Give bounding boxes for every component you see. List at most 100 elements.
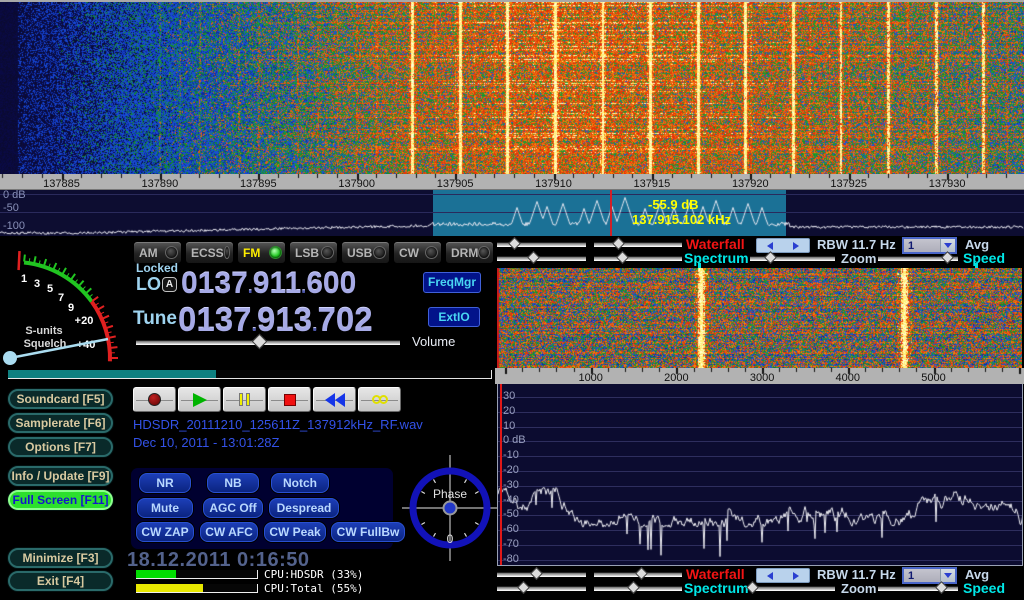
freq-scale-label: 137900 (338, 178, 375, 190)
zoom-label: Zoom (841, 251, 876, 266)
dsp-button-despread[interactable]: Despread (269, 498, 339, 518)
phase-dial[interactable]: Phase 0 (402, 452, 498, 564)
zoom-slider[interactable] (750, 252, 835, 265)
dsp-button-cw-afc[interactable]: CW AFC (200, 522, 258, 542)
af-spectrum-display[interactable]: 3020100 dB-10-20-30-40-50-60-70-80 (497, 384, 1023, 566)
af-waterfall-display[interactable] (497, 268, 1022, 368)
rf-spectrum-strip[interactable]: 0 dB-50-100 -55.9 dB 137.915.102 kHz (0, 190, 1024, 236)
loop-icon (372, 395, 388, 404)
freq-scale-label: 137910 (535, 178, 572, 190)
info-update-button[interactable]: Info / Update [F9] (8, 466, 113, 486)
phase-value: 0 (447, 532, 454, 546)
waterfall-scroll-control[interactable] (756, 568, 810, 583)
volume-slider[interactable] (136, 336, 400, 349)
dsp-button-mute[interactable]: Mute (137, 498, 193, 518)
mode-button-lsb[interactable]: LSB (289, 241, 338, 264)
speed-slider[interactable] (878, 252, 958, 265)
spectrum-contrast-slider[interactable] (594, 252, 682, 265)
dsp-button-cw-zap[interactable]: CW ZAP (136, 522, 194, 542)
phase-label: Phase (433, 487, 467, 501)
scroll-right-icon[interactable] (793, 572, 799, 580)
spectrum-brightness-slider[interactable] (497, 252, 586, 265)
dsp-button-notch[interactable]: Notch (271, 473, 329, 493)
lo-label: LO (136, 274, 161, 295)
freqmgr-button[interactable]: FreqMgr (423, 272, 481, 293)
speed-label: Speed (963, 250, 1005, 266)
speed-slider[interactable] (878, 582, 958, 595)
mode-button-drm[interactable]: DRM (445, 241, 494, 264)
rewind-button[interactable] (313, 387, 356, 412)
mode-button-ecss[interactable]: ECSS (185, 241, 234, 264)
record-icon (148, 393, 161, 406)
playback-progress-bar[interactable] (8, 370, 492, 379)
wav-filename: HDSDR_20111210_125611Z_137912kHz_RF.wav (133, 417, 423, 432)
mode-label: CW (399, 246, 419, 260)
avg-select-arrow[interactable] (940, 569, 955, 582)
mode-led (478, 246, 490, 259)
lo-auto-badge[interactable]: A (162, 277, 177, 292)
freq-scale-label: 137925 (830, 178, 867, 190)
af-axis-label: 3000 (750, 372, 774, 384)
dsp-button-nr[interactable]: NR (139, 473, 191, 493)
squelch-marker[interactable] (19, 251, 20, 270)
options-button[interactable]: Options [F7] (8, 437, 113, 457)
avg-select-value: 1 (908, 240, 914, 252)
chevron-down-icon (944, 573, 952, 578)
soundcard-button[interactable]: Soundcard [F5] (8, 389, 113, 409)
af-axis-label: 1000 (578, 372, 602, 384)
mode-button-fm[interactable]: FM (237, 241, 286, 264)
smeter-tick-label: 5 (47, 283, 53, 295)
stop-button[interactable] (268, 387, 311, 412)
af-db-label: -80 (503, 553, 519, 565)
tune-frequency-display[interactable]: 0137.913.702 (178, 301, 373, 339)
dsp-button-cw-fullbw[interactable]: CW FullBw (331, 522, 405, 542)
spectrum-brightness-slider[interactable] (497, 582, 586, 595)
af-frequency-axis[interactable]: 10002000300040005000 (495, 368, 1024, 384)
smeter-tick-label: 9 (68, 302, 74, 314)
waterfall-brightness-slider[interactable] (497, 238, 586, 251)
extio-button[interactable]: ExtIO (428, 307, 480, 327)
af-db-label: -10 (503, 449, 519, 461)
waterfall-contrast-slider[interactable] (594, 238, 682, 251)
mode-led (425, 246, 438, 259)
scroll-left-icon[interactable] (767, 572, 773, 580)
scroll-right-icon[interactable] (793, 242, 799, 250)
af-db-label: 10 (503, 420, 515, 432)
rbw-label: RBW 11.7 Hz (817, 237, 896, 252)
rf-waterfall-display[interactable] (0, 2, 1024, 174)
cpu-usage-text: CPU:Total (55%) (264, 582, 363, 595)
mode-button-cw[interactable]: CW (393, 241, 442, 264)
freq-scale-label: 137920 (732, 178, 769, 190)
rf-frequency-scale[interactable]: 1378851378901378951379001379051379101379… (0, 174, 1024, 190)
tune-cursor-line (610, 190, 612, 236)
record-button[interactable] (133, 387, 176, 412)
freq-scale-label: 137930 (929, 178, 966, 190)
loop-button[interactable] (358, 387, 401, 412)
samplerate-button[interactable]: Samplerate [F6] (8, 413, 113, 433)
dsp-button-agc-off[interactable]: AGC Off (203, 498, 263, 518)
waterfall-contrast-slider[interactable] (594, 568, 682, 581)
mode-led (321, 246, 334, 259)
s-units-label: S-units (25, 325, 62, 337)
s-meter: 1 3 5 7 9 +20 +40 S-units Squelch (0, 238, 128, 370)
mode-button-usb[interactable]: USB (341, 241, 390, 264)
cpu-usage-bar (136, 570, 258, 579)
full-screen-button[interactable]: Full Screen [F11] (8, 490, 113, 510)
stop-icon (284, 394, 296, 406)
avg-select-arrow[interactable] (940, 239, 955, 252)
cpu-usage-bar (136, 584, 258, 593)
dsp-button-cw-peak[interactable]: CW Peak (264, 522, 326, 542)
dsp-button-nb[interactable]: NB (207, 473, 259, 493)
minimize-button[interactable]: Minimize [F3] (8, 548, 113, 568)
waterfall-scroll-control[interactable] (756, 238, 810, 253)
smeter-tick-label: +20 (75, 315, 94, 327)
mode-led (269, 246, 282, 259)
spectrum-contrast-slider[interactable] (594, 582, 682, 595)
play-button[interactable] (178, 387, 221, 412)
pause-button[interactable] (223, 387, 266, 412)
zoom-slider[interactable] (750, 582, 835, 595)
lo-frequency-display[interactable]: 0137.911.600 (181, 267, 356, 301)
waterfall-brightness-slider[interactable] (497, 568, 586, 581)
scroll-left-icon[interactable] (767, 242, 773, 250)
exit-button[interactable]: Exit [F4] (8, 571, 113, 591)
